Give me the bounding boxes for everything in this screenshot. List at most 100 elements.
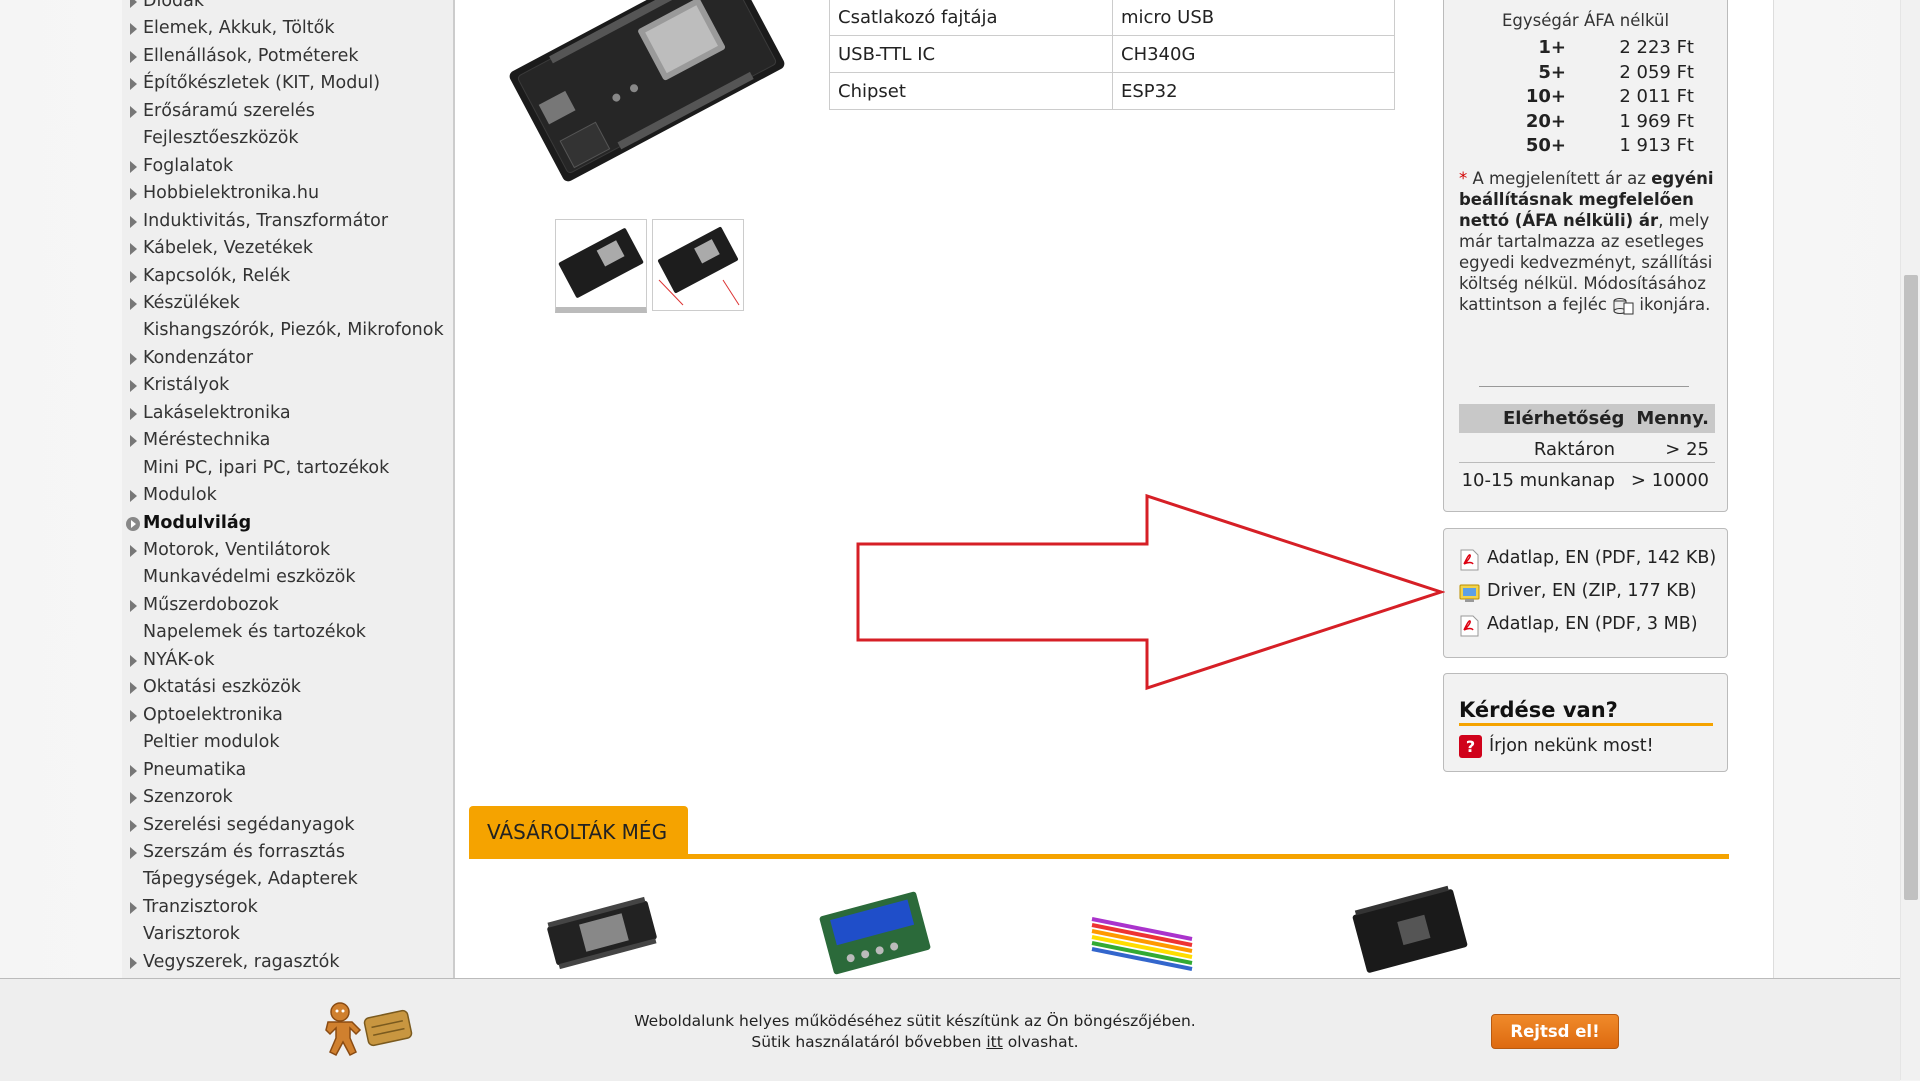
product-main-image[interactable]: [492, 0, 804, 200]
sidebar-category-item[interactable]: Mini PC, ipari PC, tartozékok: [122, 455, 452, 482]
availability-row: Raktáron > 25: [1459, 434, 1715, 465]
sidebar-category-label: Kondenzátor: [143, 347, 254, 368]
sidebar-category-item[interactable]: Szerelési segédanyagok: [122, 812, 452, 839]
sidebar-category-item[interactable]: Műszerdobozok: [122, 592, 452, 619]
sidebar-category-label: Kristályok: [143, 375, 230, 396]
sidebar-category-item[interactable]: Szenzorok: [122, 784, 452, 811]
sidebar-category-label: Modulvilág: [143, 512, 252, 533]
price-note: * A megjelenített ár az egyéni beállítás…: [1459, 168, 1724, 315]
sidebar-category-item[interactable]: Vegyszerek, ragasztók: [122, 949, 452, 976]
sidebar-category-label: Készülékek: [143, 292, 240, 313]
sidebar-category-item[interactable]: Modulvilág: [122, 510, 452, 537]
sidebar-category-item[interactable]: Oktatási eszközök: [122, 674, 452, 701]
sidebar-category-item[interactable]: Lakáselektronika: [122, 400, 452, 427]
sidebar-category-item[interactable]: Induktivitás, Transzformátor: [122, 208, 452, 235]
question-box: Kérdése van? ? Írjon nekünk most!: [1443, 673, 1728, 772]
sidebar-category-item[interactable]: Szerszám és forrasztás: [122, 839, 452, 866]
note-text-a: A megjelenített ár az: [1467, 169, 1652, 188]
sidebar-category-item[interactable]: Hobbielektronika.hu: [122, 180, 452, 207]
sidebar-category-label: Foglalatok: [143, 155, 234, 176]
spec-name: Chipset: [829, 72, 1113, 110]
gingerbread-cookie-icon: [325, 1002, 413, 1056]
sidebar-category-item[interactable]: Méréstechnika: [122, 427, 452, 454]
zip-icon: [1459, 584, 1480, 602]
expand-arrow-icon: [130, 490, 137, 503]
sidebar-category-label: Építőkészletek (KIT, Modul): [143, 73, 381, 94]
price-settings-icon[interactable]: [1612, 297, 1634, 315]
cookie-line-2a: Sütik használatáról bővebben: [751, 1033, 987, 1051]
sidebar-category-label: Ellenállások, Potméterek: [143, 45, 359, 66]
sidebar-category-item[interactable]: Kapcsolók, Relék: [122, 263, 452, 290]
expand-arrow-icon: [130, 50, 137, 63]
scrollbar[interactable]: [1900, 0, 1920, 1080]
cookie-more-link[interactable]: itt: [986, 1033, 1002, 1051]
expand-arrow-icon: [130, 160, 137, 173]
board-photo-thumbnail: [558, 228, 644, 298]
sidebar-category-item[interactable]: Motorok, Ventilátorok: [122, 537, 452, 564]
product-thumbnail-2[interactable]: [652, 219, 744, 311]
spec-name: USB-TTL IC: [829, 35, 1113, 73]
sidebar-category-item[interactable]: Munkavédelmi eszközök: [122, 564, 452, 591]
sidebar-category-label: Műszerdobozok: [143, 594, 279, 615]
scrollbar-thumb[interactable]: [1904, 275, 1918, 900]
expand-arrow-icon: [130, 0, 137, 8]
sidebar-category-item[interactable]: Peltier modulok: [122, 729, 452, 756]
related-product-lcd-shield[interactable]: [815, 885, 935, 977]
sidebar-category-item[interactable]: Erősáramú szerelés: [122, 98, 452, 125]
download-label: Adatlap, EN (PDF, 3 MB): [1487, 614, 1698, 634]
sidebar-category-label: Napelemek és tartozékok: [143, 622, 366, 643]
sidebar-category-item[interactable]: Pneumatika: [122, 757, 452, 784]
sidebar-category-item[interactable]: Tranzisztorok: [122, 894, 452, 921]
sidebar-category-label: Tápegységek, Adapterek: [143, 869, 358, 890]
cookie-message: Weboldalunk helyes működéséhez sütit kés…: [600, 1011, 1230, 1053]
sidebar-category-item[interactable]: Elemek, Akkuk, Töltők: [122, 15, 452, 42]
sidebar-category-item[interactable]: Foglalatok: [122, 153, 452, 180]
sidebar-category-label: Elemek, Akkuk, Töltők: [143, 18, 335, 39]
sidebar-category-item[interactable]: Kondenzátor: [122, 345, 452, 372]
sidebar-category-label: Mini PC, ipari PC, tartozékok: [143, 457, 390, 478]
availability-header-qty: Menny.: [1636, 408, 1709, 429]
sidebar-category-item[interactable]: Kristályok: [122, 372, 452, 399]
sidebar-category-label: Pneumatika: [143, 759, 247, 780]
sidebar-category-item[interactable]: Készülékek: [122, 290, 452, 317]
expand-arrow-icon: [130, 792, 137, 805]
related-product-mega-board[interactable]: [1350, 885, 1470, 977]
expand-arrow-icon: [130, 270, 137, 283]
spec-row: Chipset ESP32: [829, 72, 1395, 110]
spec-value: ESP32: [1112, 72, 1395, 110]
sidebar-category-item[interactable]: Varisztorok: [122, 921, 452, 948]
sidebar-category-item[interactable]: Kishangszórók, Piezók, Mikrofonok: [122, 317, 452, 344]
related-product-esp32-devkit[interactable]: [540, 885, 660, 977]
cookie-line-2: Sütik használatáról bővebben itt olvasha…: [600, 1032, 1230, 1053]
sidebar-category-item[interactable]: Kábelek, Vezetékek: [122, 235, 452, 262]
sidebar-category-label: Erősáramú szerelés: [143, 100, 315, 121]
sidebar-category-item[interactable]: Modulok: [122, 482, 452, 509]
expand-arrow-icon: [130, 654, 137, 667]
cookie-hide-button[interactable]: Rejtsd el!: [1491, 1014, 1619, 1049]
spec-value: micro USB: [1112, 0, 1395, 36]
note-asterisk: *: [1459, 169, 1468, 188]
availability-qty: > 25: [1665, 439, 1709, 460]
expand-arrow-icon: [130, 23, 137, 36]
sidebar-category-label: Motorok, Ventilátorok: [143, 540, 331, 560]
sidebar-category-item[interactable]: Diódák: [122, 0, 452, 15]
sidebar-category-label: Peltier modulok: [143, 732, 280, 753]
expand-arrow-icon: [130, 599, 137, 612]
sidebar-category-item[interactable]: Tápegységek, Adapterek: [122, 866, 452, 893]
spec-row: USB-TTL IC CH340G: [829, 35, 1395, 73]
price-tier-qty: 10+: [1525, 86, 1566, 107]
expand-arrow-icon: [130, 819, 137, 832]
related-product-jumper-wires[interactable]: [1082, 885, 1202, 977]
sidebar-category-item[interactable]: Fejlesztőeszközök: [122, 125, 452, 152]
also-bought-tab[interactable]: VÁSÁROLTÁK MÉG: [469, 806, 688, 858]
product-thumbnail-1[interactable]: [555, 219, 647, 313]
sidebar-category-item[interactable]: Építőkészletek (KIT, Modul): [122, 70, 452, 97]
sidebar-category-item[interactable]: Napelemek és tartozékok: [122, 619, 452, 646]
sidebar-category-item[interactable]: Optoelektronika: [122, 702, 452, 729]
sidebar-category-item[interactable]: Ellenállások, Potméterek: [122, 43, 452, 70]
note-text-c: ikonjára.: [1634, 295, 1711, 314]
sidebar-category-item[interactable]: NYÁK-ok: [122, 647, 452, 674]
download-label: Driver, EN (ZIP, 177 KB): [1487, 581, 1697, 601]
spec-table: Csatlakozó fajtája micro USB USB-TTL IC CH3…: [829, 0, 1395, 110]
sidebar-category-label: Varisztorok: [143, 924, 240, 945]
